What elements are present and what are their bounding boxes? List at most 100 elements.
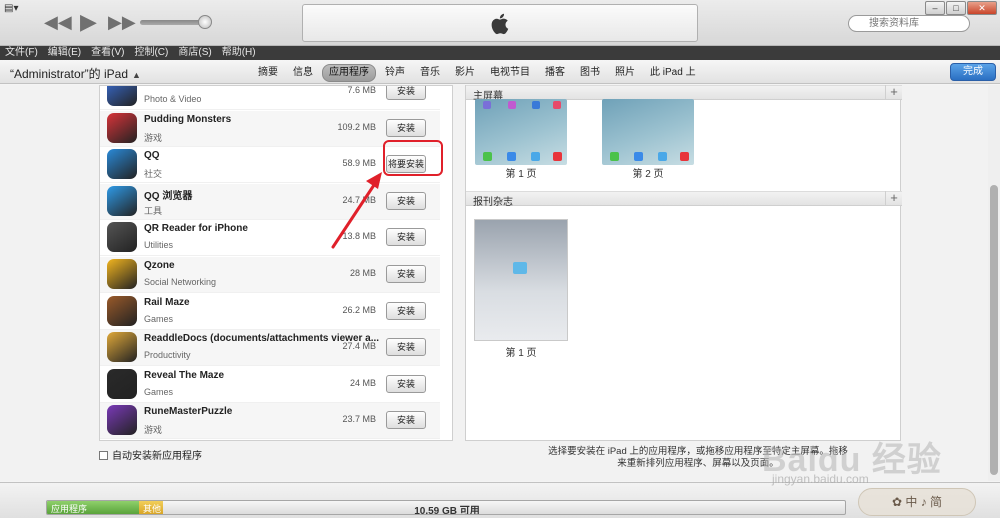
install-button[interactable]: 安装 bbox=[386, 86, 426, 100]
app-row[interactable]: Flasher Photo & Video 7.6 MB 安装 bbox=[100, 85, 440, 110]
home-screen-header: 主屏幕 + bbox=[466, 85, 902, 102]
tab-9[interactable]: 照片 bbox=[609, 65, 641, 81]
home-screen-panel: 主屏幕 + 第 1 页 第 2 页 报刊杂志 + 第 1 页 bbox=[465, 85, 902, 441]
install-button[interactable]: 安装 bbox=[386, 118, 426, 137]
app-size: 28 MB bbox=[349, 268, 376, 278]
app-size: 23.7 MB bbox=[342, 414, 376, 425]
app-list: Flasher Photo & Video 7.6 MB 安装 Pudding Mons… bbox=[99, 85, 453, 441]
tab-list: 摘要 信息 应用程序 铃声 音乐 影片 电视节目 播客 图书 照片此 iPad 上 bbox=[252, 64, 705, 82]
app-name: Qzone bbox=[144, 260, 175, 271]
app-size: 13.8 MB bbox=[342, 231, 376, 242]
app-name: QR Reader for iPhone bbox=[144, 223, 248, 235]
app-category: Productivity bbox=[144, 350, 191, 361]
menu-help[interactable]: 帮助(H) bbox=[217, 46, 261, 60]
dock-icon bbox=[610, 152, 619, 161]
app-row[interactable]: RuneMasterPuzzle 游戏 23.7 MB 安装 bbox=[100, 403, 440, 440]
volume-knob[interactable] bbox=[198, 15, 212, 29]
window-scroll-thumb[interactable] bbox=[990, 185, 998, 475]
menu-file[interactable]: 文件(F) bbox=[0, 46, 43, 60]
home-screen-page-2[interactable] bbox=[602, 99, 694, 165]
app-category: Games bbox=[144, 313, 174, 324]
add-home-screen-button[interactable]: + bbox=[885, 85, 902, 100]
window-scrollbar[interactable] bbox=[988, 85, 1000, 481]
app-name: Rail Maze bbox=[144, 296, 190, 308]
newsstand-page-1-label: 第 1 页 bbox=[505, 348, 537, 359]
device-name-label: “Administrator”的 iPad bbox=[10, 67, 129, 81]
tab-0[interactable]: 摘要 bbox=[252, 65, 284, 81]
menu-store[interactable]: 商店(S) bbox=[173, 46, 216, 60]
home-screen-page-1[interactable] bbox=[475, 99, 567, 165]
app-category: Games bbox=[144, 386, 174, 397]
title-bar: ▤▾ ◀◀ ▶ ▶▶ 搜索资料库 – □ ✕ bbox=[0, 0, 1000, 46]
app-row[interactable]: QQ 浏览器 工具 24.7 MB 安装 bbox=[100, 183, 440, 220]
menu-view[interactable]: 查看(V) bbox=[86, 46, 129, 60]
dock-icon bbox=[658, 152, 667, 161]
app-size: 109.2 MB bbox=[337, 121, 376, 132]
app-row[interactable]: Qzone Social Networking 28 MB 安装 bbox=[100, 257, 440, 293]
tab-7[interactable]: 播客 bbox=[539, 65, 571, 81]
tab-8[interactable]: 图书 bbox=[574, 65, 606, 81]
device-name[interactable]: “Administrator”的 iPad ▲ bbox=[10, 65, 141, 82]
tab-10[interactable]: 此 iPad 上 bbox=[644, 65, 702, 81]
tab-1[interactable]: 信息 bbox=[287, 65, 319, 81]
app-icon bbox=[107, 222, 137, 253]
app-name: Pudding Monsters bbox=[144, 113, 232, 125]
newsstand-header: 报刊杂志 + bbox=[466, 191, 902, 208]
app-category: Photo & Video bbox=[144, 94, 202, 104]
maximize-button[interactable]: □ bbox=[946, 1, 966, 15]
app-name: RuneMasterPuzzle bbox=[144, 406, 233, 418]
dock-icon bbox=[553, 152, 562, 161]
dock-icon bbox=[483, 152, 492, 161]
app-icon bbox=[107, 185, 137, 216]
dock-icon bbox=[634, 152, 643, 161]
app-icon bbox=[107, 112, 137, 143]
add-newsstand-button[interactable]: + bbox=[885, 191, 902, 206]
install-button[interactable]: 安装 bbox=[386, 374, 426, 393]
newsstand-page-1[interactable] bbox=[474, 219, 568, 341]
tab-4[interactable]: 音乐 bbox=[414, 65, 446, 81]
install-button[interactable]: 安装 bbox=[386, 338, 426, 357]
app-mini-icon bbox=[483, 101, 491, 109]
app-row[interactable]: QR Reader for iPhone Utilities 13.8 MB 安装 bbox=[100, 220, 440, 257]
app-category: Social Networking bbox=[144, 277, 217, 287]
install-button[interactable]: 安装 bbox=[386, 301, 426, 320]
previous-track-icon[interactable]: ◀◀ bbox=[44, 12, 72, 33]
app-size: 58.9 MB bbox=[342, 158, 376, 169]
app-category: 游戏 bbox=[144, 132, 163, 143]
install-button[interactable]: 安装 bbox=[386, 191, 426, 210]
tab-3[interactable]: 铃声 bbox=[379, 65, 411, 81]
tab-6[interactable]: 电视节目 bbox=[484, 65, 536, 81]
search-input[interactable]: 搜索资料库 bbox=[848, 15, 970, 32]
app-icon bbox=[107, 332, 137, 363]
app-row[interactable]: Rail Maze Games 26.2 MB 安装 bbox=[100, 294, 440, 330]
app-row[interactable]: Reveal The Maze Games 24 MB 安装 bbox=[100, 367, 440, 403]
tab-5[interactable]: 影片 bbox=[449, 65, 481, 81]
tab-2[interactable]: 应用程序 bbox=[322, 64, 376, 82]
next-track-icon[interactable]: ▶▶ bbox=[108, 12, 136, 33]
menu-controls[interactable]: 控制(C) bbox=[129, 46, 173, 60]
eject-icon[interactable]: ▲ bbox=[132, 70, 141, 80]
capacity-footer: 应用程序 其他 10.59 GB 可用 bbox=[0, 482, 1000, 518]
newsstand-icon bbox=[513, 262, 527, 274]
install-button[interactable]: 安装 bbox=[386, 265, 426, 283]
auto-install-option[interactable]: 自动安装新应用程序 bbox=[99, 447, 202, 462]
auto-install-checkbox[interactable] bbox=[99, 451, 108, 460]
device-tab-bar: “Administrator”的 iPad ▲ 摘要 信息 应用程序 铃声 音乐 影片 电视节… bbox=[0, 60, 1000, 84]
install-button[interactable]: 安装 bbox=[386, 228, 426, 247]
menu-edit[interactable]: 编辑(E) bbox=[43, 46, 86, 60]
done-button[interactable]: 完成 bbox=[950, 63, 996, 81]
app-size: 26.2 MB bbox=[342, 304, 376, 315]
install-button[interactable]: 安装 bbox=[386, 411, 426, 430]
home-page-1-label: 第 1 页 bbox=[505, 169, 537, 180]
capacity-bar: 应用程序 其他 10.59 GB 可用 bbox=[46, 500, 846, 515]
dock-icon bbox=[680, 152, 689, 161]
status-display bbox=[302, 4, 698, 42]
app-row[interactable]: ReaddleDocs (documents/attachments viewe… bbox=[100, 330, 440, 367]
app-category: 社交 bbox=[144, 169, 163, 180]
minimize-button[interactable]: – bbox=[925, 1, 945, 15]
app-size: 7.6 MB bbox=[347, 85, 376, 95]
close-button[interactable]: ✕ bbox=[967, 1, 997, 15]
app-menu-button[interactable]: ▤▾ bbox=[4, 3, 22, 17]
app-size: 24 MB bbox=[349, 377, 376, 388]
play-icon[interactable]: ▶ bbox=[80, 9, 97, 35]
